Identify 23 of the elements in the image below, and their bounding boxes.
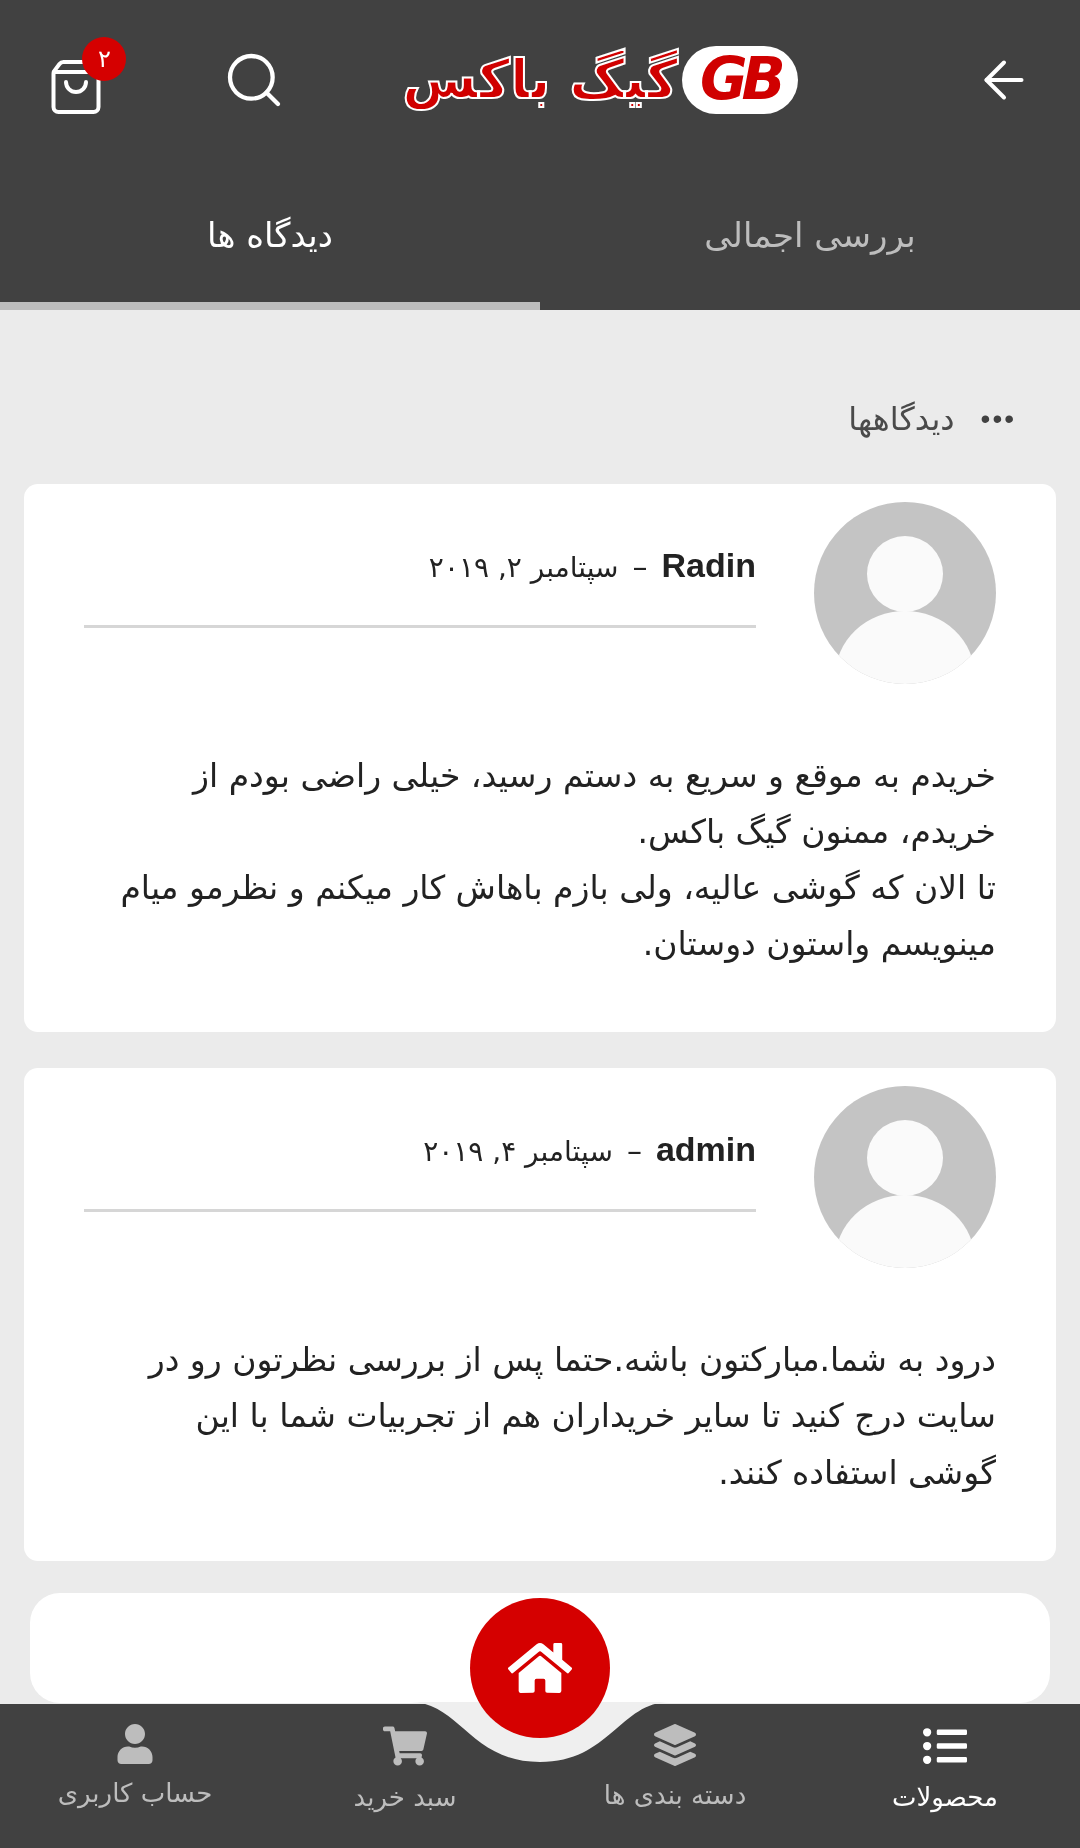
comment-author: Radin <box>661 546 756 585</box>
user-icon <box>115 1724 155 1764</box>
cart-count-badge: ۲ <box>82 37 126 81</box>
tab[interactable]: دیدگاه ها <box>0 160 540 310</box>
nav-item[interactable]: دسته بندی ها <box>540 1704 810 1848</box>
separator-dash: – <box>632 549 648 584</box>
comment-text: خریدم به موقع و سریع به دستم رسید، خیلی راضی بودم از خریدم، ممنون گیگ باکس. تا الان که گوشی عالیه، ولی بازم باهاش کار میکنم و نظرمو میام مینویسم واستون دوستان. <box>119 755 996 966</box>
section-title: دیدگاهها <box>848 400 955 438</box>
more-button[interactable]: ••• <box>980 403 1016 435</box>
logo-wordmark: گیگ باکس <box>402 47 678 113</box>
logo-mark: GB <box>682 46 798 114</box>
cart-icon <box>383 1724 427 1768</box>
nav-item[interactable]: سبد خرید <box>270 1704 540 1848</box>
layers-icon <box>654 1724 696 1766</box>
comment-text: درود به شما.مبارکتون باشه.حتما پس از بررسی نظرتون رو در سایت درج کنید تا سایر خریداران هم از تجربیات شما با این گوشی استفاده کنند. <box>146 1339 996 1494</box>
comment-author: admin <box>655 1130 756 1170</box>
tab[interactable]: بررسی اجمالی <box>540 160 1080 310</box>
nav-item[interactable]: محصولات <box>810 1704 1080 1848</box>
nav-item[interactable]: حساب کاربری <box>0 1704 270 1848</box>
cart-button[interactable]: ۲ <box>40 37 126 123</box>
comment-date: سپتامبر ۲, ۲۰۱۹ <box>428 551 619 584</box>
comment-date: سپتامبر ۴, ۲۰۱۹ <box>423 1135 613 1169</box>
separator-dash: – <box>626 1133 642 1169</box>
